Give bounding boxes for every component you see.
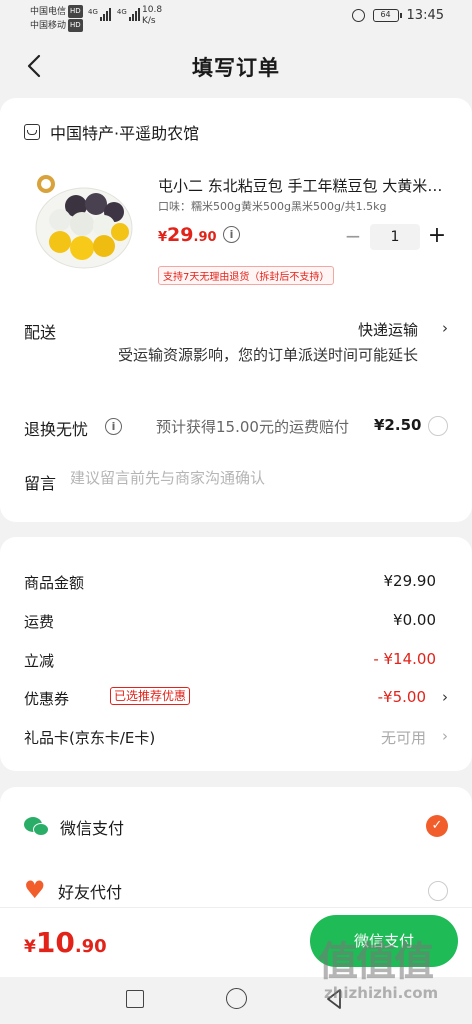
page-header: 填写订单 xyxy=(0,34,472,98)
page-title: 填写订单 xyxy=(192,56,280,80)
delivery-note: 受运输资源影响，您的订单派送时间可能延长 xyxy=(117,346,418,364)
carrier-info: 中国电信 HD 中国移动 HD xyxy=(30,5,83,33)
friend-pay-label: 好友代付 xyxy=(58,883,123,902)
return-policy-badge: 支持7天无理由退货（拆封后不支持） xyxy=(158,266,335,285)
alarm-icon xyxy=(351,9,365,22)
carrier-2: 中国移动 xyxy=(30,21,67,31)
shop-icon xyxy=(24,124,40,140)
product-price: ¥29.90 xyxy=(158,224,217,246)
order-card: 中国特产·平遥助农馆 屯小二 东北粘豆包 手工年糕豆包 大黄米粘豆包 口味：糯米… xyxy=(0,98,472,522)
friend-pay-icon xyxy=(24,876,48,904)
product-spec: 口味：糯米500g黄米500g黑米500g/共1.5kg xyxy=(158,200,387,213)
home-icon[interactable] xyxy=(226,988,247,1009)
signal-icons: 4G 4G xyxy=(88,8,140,21)
friend-pay-option[interactable]: 好友代付 xyxy=(24,876,123,904)
chevron-right-icon[interactable]: › xyxy=(442,319,448,337)
network-speed: 10.8 K/s xyxy=(142,5,163,26)
decrease-button[interactable]: − xyxy=(342,226,364,248)
friend-pay-radio[interactable] xyxy=(428,881,448,901)
remark-input[interactable] xyxy=(70,469,440,487)
recent-apps-icon[interactable] xyxy=(126,990,144,1008)
chevron-right-icon[interactable]: › xyxy=(442,727,448,745)
discount-value: - ¥14.00 xyxy=(373,650,436,668)
price-summary-card: 商品金额 ¥29.90 运费 ¥0.00 立减 - ¥14.00 优惠券 已选推… xyxy=(0,537,472,771)
insurance-price: ¥2.50 xyxy=(374,416,422,434)
discount-label: 立减 xyxy=(24,652,55,670)
goods-amount-label: 商品金额 xyxy=(24,574,85,592)
status-bar: 中国电信 HD 中国移动 HD 4G 4G 10.8 K/s 64 13:45 xyxy=(0,0,472,34)
goods-amount-value: ¥29.90 xyxy=(383,572,437,590)
clock: 13:45 xyxy=(406,8,444,23)
giftcard-label: 礼品卡(京东卡/E卡) xyxy=(24,729,156,747)
coupon-badge: 已选推荐优惠 xyxy=(110,687,191,705)
watermark: 值值值 zhizhizhi.com xyxy=(318,939,439,1002)
total-price: ¥10.90 xyxy=(24,926,107,959)
coupon-label: 优惠券 xyxy=(24,690,70,708)
battery-icon: 64 xyxy=(372,9,402,22)
wechat-pay-label: 微信支付 xyxy=(60,819,125,838)
signal-icon: 4G xyxy=(88,8,111,21)
shop-name: 中国特产·平遥助农馆 xyxy=(50,124,200,143)
insurance-info-icon[interactable]: i xyxy=(105,418,122,435)
hd-badge: HD xyxy=(68,19,83,32)
insurance-radio[interactable] xyxy=(428,416,448,436)
wechat-pay-option[interactable]: 微信支付 xyxy=(24,815,124,839)
insurance-desc: 预计获得15.00元的运费赔付 xyxy=(156,418,349,436)
delivery-label: 配送 xyxy=(24,323,57,342)
price-info-icon[interactable]: i xyxy=(223,226,240,243)
shop-header[interactable]: 中国特产·平遥助农馆 xyxy=(24,120,199,144)
selected-check-icon[interactable]: ✓ xyxy=(426,815,448,837)
coupon-value[interactable]: -¥5.00 xyxy=(378,688,426,706)
shipping-value: ¥0.00 xyxy=(393,611,436,629)
quantity-field[interactable]: 1 xyxy=(370,224,420,250)
increase-button[interactable]: + xyxy=(426,225,448,248)
quantity-stepper: − 1 + xyxy=(342,224,448,250)
hd-badge: HD xyxy=(68,5,83,18)
remark-label: 留言 xyxy=(24,474,57,493)
shipping-label: 运费 xyxy=(24,613,55,631)
delivery-method[interactable]: 快递运输 xyxy=(358,319,418,340)
product-title[interactable]: 屯小二 东北粘豆包 手工年糕豆包 大黄米粘豆包 xyxy=(158,175,448,196)
wechat-icon xyxy=(24,817,50,837)
return-insurance-label: 退换无忧 xyxy=(24,420,89,439)
product-image[interactable] xyxy=(24,168,134,278)
signal-icon: 4G xyxy=(117,8,140,21)
chevron-right-icon[interactable]: › xyxy=(442,688,448,706)
giftcard-value[interactable]: 无可用 xyxy=(381,727,426,748)
carrier-1: 中国电信 xyxy=(30,7,67,17)
